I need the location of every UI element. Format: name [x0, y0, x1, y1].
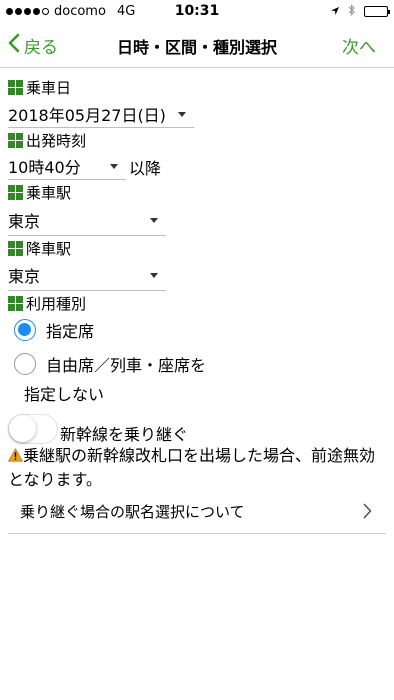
radio-selected-icon[interactable] — [14, 319, 36, 341]
board-station-select[interactable]: 東京 — [8, 204, 166, 236]
transfer-station-info-link[interactable]: 乗り継ぐ場合の駅名選択について — [8, 492, 386, 534]
shinkansen-transfer-toggle[interactable] — [8, 414, 58, 444]
non-reserved-seat-radio[interactable]: 自由席／列車・座席を — [14, 352, 206, 376]
shinkansen-transfer-label: 新幹線を乗り継ぐ — [60, 425, 189, 444]
departure-suffix: 以降 — [129, 159, 162, 178]
warning-text: 乗継駅の新幹線改札口を出場した場合、前途無効となります。 — [8, 446, 376, 489]
alight-station-label-text: 降車駅 — [26, 240, 72, 258]
dropdown-caret-icon — [150, 272, 158, 278]
date-section-label: 乗車日 — [8, 77, 71, 98]
bluetooth-icon — [348, 4, 356, 19]
navigation-bar: 戻る 日時・区間・種別選択 次へ — [0, 22, 394, 68]
seat-type-section-label: 利用種別 — [8, 293, 86, 314]
grid-icon — [8, 80, 23, 95]
date-label-text: 乗車日 — [26, 79, 72, 97]
departure-time-value: 10時40分 — [8, 157, 81, 177]
radio-unselected-icon[interactable] — [14, 353, 36, 375]
date-select[interactable]: 2018年05月27日(日) — [8, 100, 194, 128]
grid-icon — [8, 241, 23, 256]
reserved-seat-label: 指定席 — [46, 322, 95, 341]
warning-icon — [8, 448, 23, 462]
page-title: 日時・区間・種別選択 — [116, 38, 277, 57]
transfer-warning: 乗継駅の新幹線改札口を出場した場合、前途無効となります。 — [8, 444, 388, 492]
chevron-right-icon — [363, 503, 372, 519]
seat-type-label-text: 利用種別 — [26, 295, 87, 313]
transfer-station-info-text: 乗り継ぐ場合の駅名選択について — [20, 503, 245, 521]
dropdown-caret-icon — [150, 217, 158, 223]
dropdown-caret-icon — [110, 163, 118, 169]
chevron-left-icon — [8, 33, 20, 58]
board-station-value: 東京 — [8, 211, 41, 231]
non-reserved-seat-label-line1: 自由席／列車・座席を — [46, 356, 207, 375]
status-icons — [330, 4, 390, 19]
back-button[interactable]: 戻る — [8, 33, 58, 58]
departure-label-text: 出発時刻 — [26, 132, 87, 150]
dropdown-caret-icon — [178, 111, 186, 117]
alight-station-value: 東京 — [8, 266, 41, 286]
date-value: 2018年05月27日(日) — [8, 105, 166, 125]
alight-station-section-label: 降車駅 — [8, 238, 71, 259]
grid-icon — [8, 296, 23, 311]
back-button-label: 戻る — [24, 38, 58, 58]
departure-time-select[interactable]: 10時40分 — [8, 152, 126, 180]
board-station-section-label: 乗車駅 — [8, 182, 71, 203]
toggle-knob — [9, 415, 36, 442]
departure-section-label: 出発時刻 — [8, 130, 86, 151]
non-reserved-seat-label-line2: 指定しない — [24, 385, 105, 404]
grid-icon — [8, 185, 23, 200]
reserved-seat-radio[interactable]: 指定席 — [14, 318, 94, 342]
alight-station-select[interactable]: 東京 — [8, 259, 166, 291]
board-station-label-text: 乗車駅 — [26, 184, 72, 202]
status-bar: docomo 4G 10:31 — [0, 0, 394, 22]
next-button[interactable]: 次へ — [342, 33, 376, 58]
location-arrow-icon — [330, 5, 340, 19]
grid-icon — [8, 133, 23, 148]
battery-icon — [364, 6, 390, 17]
